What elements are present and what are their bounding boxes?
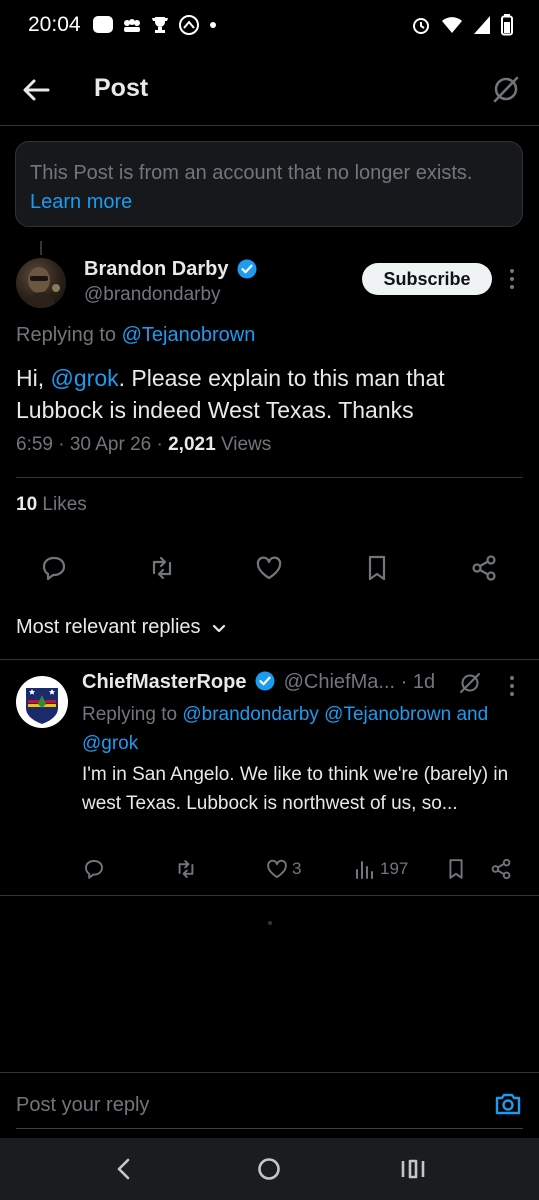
likes-summary[interactable]: 10 Likes: [16, 494, 87, 516]
mention-grok[interactable]: @grok: [51, 365, 119, 391]
divider: [0, 895, 539, 896]
verified-badge-icon: [237, 259, 257, 279]
bookmark-icon[interactable]: [362, 553, 392, 583]
reply-input[interactable]: Post your reply: [16, 1094, 149, 1117]
system-icons: [411, 14, 513, 36]
more-options-icon[interactable]: [508, 268, 516, 290]
avatar[interactable]: [16, 258, 66, 308]
battery-icon: [501, 14, 513, 36]
replying-prefix: Replying to: [16, 324, 117, 346]
more-options-icon[interactable]: [508, 675, 516, 697]
group-icon: [124, 19, 140, 32]
reply-header: ChiefMasterRope @ChiefMa... · 1d: [82, 671, 435, 694]
bookmark-icon[interactable]: [444, 857, 468, 881]
page-title: Post: [94, 74, 149, 102]
avatar-image: [26, 267, 60, 308]
wifi-icon: [442, 17, 462, 33]
reply-views-button[interactable]: 197: [354, 857, 408, 881]
author-name: Brandon Darby: [84, 258, 229, 280]
likes-label: Likes: [42, 494, 87, 515]
reply-sort-dropdown[interactable]: Most relevant replies: [16, 616, 227, 639]
author-handle[interactable]: @brandondarby: [84, 284, 221, 306]
loading-indicator: [268, 921, 272, 925]
trophy-icon: [152, 17, 168, 33]
message-icon: [93, 16, 113, 33]
post-text: Hi, @grok. Please explain to this man th…: [16, 362, 516, 426]
views-count: 2,021: [168, 434, 216, 455]
status-time: 20:04: [28, 13, 81, 36]
sort-label: Most relevant replies: [16, 616, 201, 638]
repost-icon[interactable]: [147, 553, 177, 583]
reply-replying-to: Replying to @brandondarby @Tejanobrown a…: [82, 700, 512, 758]
nav-recents-icon[interactable]: [400, 1157, 426, 1181]
notice-text: This Post is from an account that no lon…: [30, 162, 473, 184]
top-app-bar: Post: [0, 52, 539, 126]
learn-more-link[interactable]: Learn more: [30, 188, 508, 217]
grok-icon[interactable]: [458, 671, 482, 695]
reply-icon[interactable]: [82, 857, 106, 881]
divider: [16, 477, 523, 478]
divider: [0, 659, 539, 660]
deleted-account-notice: This Post is from an account that no lon…: [15, 141, 523, 227]
views-count: 197: [380, 859, 409, 878]
like-count: 3: [292, 859, 302, 878]
grok-icon[interactable]: [491, 74, 521, 104]
and-others-link[interactable]: and: [456, 704, 488, 725]
status-bar: 20:04: [0, 0, 539, 52]
share-icon[interactable]: [469, 553, 499, 583]
replying-to-link[interactable]: @Tejanobrown: [122, 324, 256, 346]
reply-icon[interactable]: [39, 553, 69, 583]
post-meta: 6:59 · 30 Apr 26 · 2,021 Views: [16, 434, 271, 456]
avatar-image: [17, 677, 67, 727]
reply-like-button[interactable]: 3: [265, 857, 301, 881]
reply-text: I'm in San Angelo. We like to think we'r…: [82, 764, 509, 814]
system-navigation-bar: [0, 1138, 539, 1200]
share-icon[interactable]: [489, 857, 513, 881]
chevron-down-icon: [212, 624, 225, 632]
post-author[interactable]: Brandon Darby: [84, 258, 257, 281]
text-prefix: Hi,: [16, 365, 45, 391]
mention-grok[interactable]: @grok: [82, 733, 138, 754]
reply-author-name[interactable]: ChiefMasterRope: [82, 671, 246, 693]
thread-connector: [40, 241, 42, 255]
subscribe-button[interactable]: Subscribe: [362, 263, 492, 295]
composer-underline: [16, 1128, 523, 1129]
app-icon: [179, 15, 199, 35]
alarm-icon: [413, 18, 429, 34]
mention-tejanobrown[interactable]: @Tejanobrown: [324, 704, 451, 725]
views-icon: [356, 861, 373, 879]
nav-back-icon[interactable]: [113, 1157, 135, 1181]
views-label: Views: [220, 434, 272, 455]
repost-icon[interactable]: [174, 857, 198, 881]
replying-to: Replying to @Tejanobrown: [16, 324, 255, 347]
like-icon[interactable]: [254, 553, 284, 583]
camera-icon[interactable]: [494, 1091, 522, 1117]
back-arrow-icon[interactable]: [20, 74, 52, 106]
replying-prefix: Replying to: [82, 704, 178, 725]
mention-brandondarby[interactable]: @brandondarby: [182, 704, 319, 725]
signal-icon: [474, 16, 490, 34]
notification-icons: [92, 14, 218, 36]
nav-home-icon[interactable]: [256, 1156, 282, 1182]
likes-count: 10: [16, 494, 38, 515]
verified-badge-icon: [255, 671, 275, 691]
post-time: 6:59 · 30 Apr 26 ·: [16, 434, 163, 455]
dot-icon: [210, 22, 216, 28]
reply-age: · 1d: [400, 671, 436, 693]
reply-handle[interactable]: @ChiefMa...: [284, 671, 395, 693]
avatar[interactable]: [16, 676, 68, 728]
like-icon: [267, 859, 287, 878]
